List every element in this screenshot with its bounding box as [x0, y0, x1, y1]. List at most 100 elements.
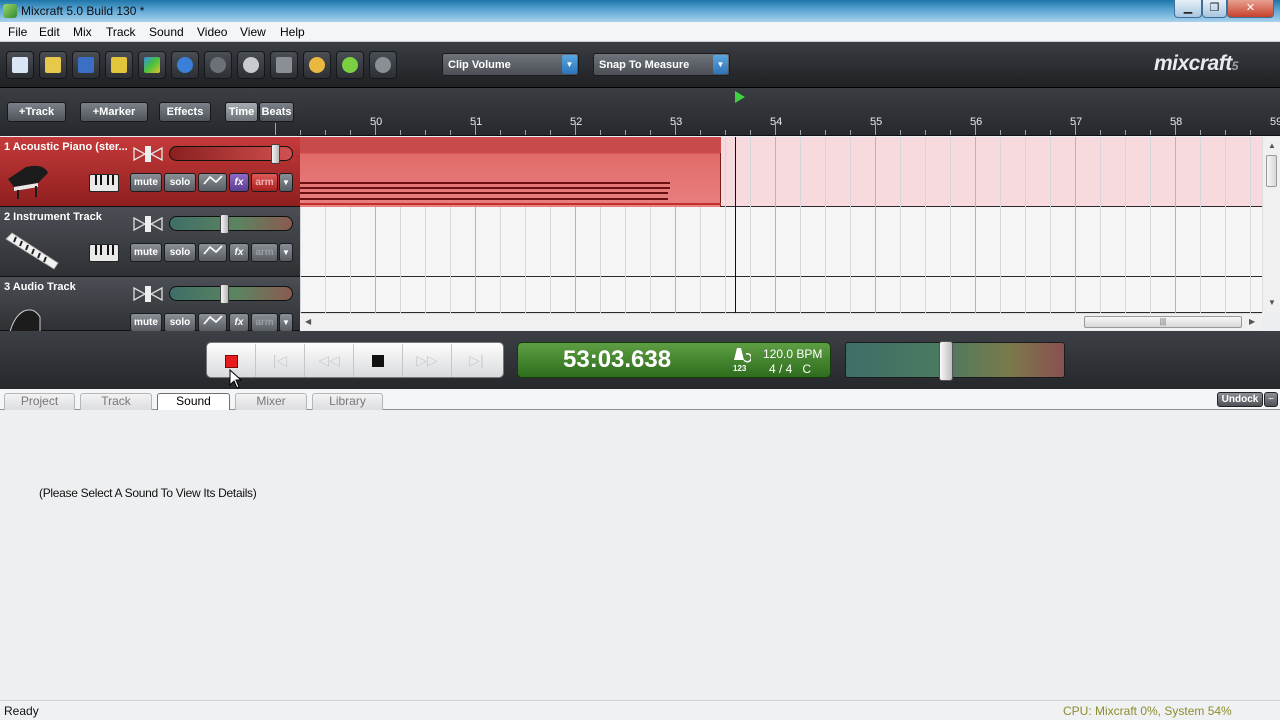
- fx-button[interactable]: fx: [229, 243, 249, 262]
- solo-button[interactable]: solo: [164, 313, 196, 332]
- menu-help[interactable]: Help: [280, 25, 305, 39]
- tab-project[interactable]: Project: [4, 393, 75, 410]
- mute-button[interactable]: mute: [130, 173, 162, 192]
- track-menu-button[interactable]: ▼: [279, 173, 293, 192]
- track-menu-button[interactable]: ▼: [279, 243, 293, 262]
- fast-forward-button[interactable]: ▷▷: [403, 344, 452, 377]
- close-button[interactable]: ✕: [1227, 0, 1274, 18]
- track-lane-2[interactable]: [300, 207, 1262, 277]
- menu-video[interactable]: Video: [197, 25, 227, 39]
- time-button[interactable]: Time: [225, 102, 258, 122]
- mute-button[interactable]: mute: [130, 313, 162, 332]
- chevron-down-icon: ▼: [562, 55, 577, 74]
- new-project-button[interactable]: [6, 51, 34, 79]
- automation-button[interactable]: [198, 243, 227, 262]
- add-sound-button[interactable]: [105, 51, 133, 79]
- menu-view[interactable]: View: [240, 25, 266, 39]
- pan-control[interactable]: [132, 286, 164, 302]
- go-to-end-button[interactable]: ▷|: [452, 344, 501, 377]
- snap-dropdown[interactable]: Snap To Measure ▼: [593, 53, 730, 76]
- track-header-3[interactable]: 3 Audio Track mute solo fx arm ▼: [0, 277, 300, 341]
- playhead-marker[interactable]: [735, 91, 745, 103]
- tab-track[interactable]: Track: [80, 393, 152, 410]
- pan-control[interactable]: [132, 146, 164, 162]
- fx-button[interactable]: fx: [229, 313, 249, 332]
- mute-button[interactable]: mute: [130, 243, 162, 262]
- track-name[interactable]: 2 Instrument Track: [4, 211, 102, 223]
- record-tool-button[interactable]: [237, 51, 265, 79]
- scroll-down-icon[interactable]: ▼: [1268, 298, 1276, 307]
- track-name[interactable]: 1 Acoustic Piano (ster...: [4, 141, 128, 153]
- time-signature[interactable]: 4 / 4 C: [769, 362, 811, 376]
- add-marker-button[interactable]: +Marker: [80, 102, 148, 122]
- open-project-button[interactable]: [39, 51, 67, 79]
- menu-mix[interactable]: Mix: [73, 25, 92, 39]
- volume-thumb[interactable]: [220, 214, 229, 234]
- volume-slider[interactable]: [169, 144, 293, 164]
- grid-line: [1150, 137, 1151, 313]
- go-to-start-button[interactable]: |◁: [256, 344, 305, 377]
- track-name[interactable]: 3 Audio Track: [4, 281, 76, 293]
- scroll-left-icon[interactable]: ◀: [305, 317, 311, 326]
- maximize-button[interactable]: ❐: [1202, 0, 1227, 18]
- scroll-up-icon[interactable]: ▲: [1268, 141, 1276, 150]
- undo-button[interactable]: [171, 51, 199, 79]
- redo-button[interactable]: [204, 51, 232, 79]
- rewind-button[interactable]: ◁◁: [305, 344, 354, 377]
- tab-sound[interactable]: Sound: [157, 393, 230, 411]
- track-header-2[interactable]: 2 Instrument Track mute solo fx arm ▼: [0, 207, 300, 277]
- minimize-button[interactable]: ▁: [1174, 0, 1202, 18]
- arm-button[interactable]: arm: [251, 313, 278, 332]
- solo-button[interactable]: solo: [164, 173, 196, 192]
- beats-button[interactable]: Beats: [259, 102, 294, 122]
- tempo-display[interactable]: 120.0 BPM: [763, 347, 822, 361]
- stop-button[interactable]: [354, 344, 403, 377]
- track-lane-3[interactable]: [300, 277, 1262, 313]
- vertical-scrollbar[interactable]: ▲ ▼: [1262, 137, 1280, 313]
- effects-button[interactable]: Effects: [159, 102, 211, 122]
- volume-slider[interactable]: [169, 284, 293, 304]
- volume-slider[interactable]: [169, 214, 293, 234]
- automation-button[interactable]: [198, 313, 227, 332]
- tab-mixer[interactable]: Mixer: [235, 393, 307, 410]
- collapse-panel-button[interactable]: −: [1264, 392, 1278, 407]
- snap-tool-button[interactable]: [270, 51, 298, 79]
- add-track-button[interactable]: +Track: [7, 102, 66, 122]
- timeline-ruler[interactable]: 50 51 52 53 54 55 56 57 58 59: [275, 88, 1280, 136]
- piano-keyboard-button[interactable]: [89, 174, 119, 192]
- save-button[interactable]: [72, 51, 100, 79]
- time-display[interactable]: 53:03.638 123 120.0 BPM 4 / 4 C: [517, 342, 831, 378]
- track-menu-button[interactable]: ▼: [279, 313, 293, 332]
- settings-button[interactable]: [369, 51, 397, 79]
- solo-button[interactable]: solo: [164, 243, 196, 262]
- clip-header[interactable]: [300, 137, 721, 153]
- library-button[interactable]: [138, 51, 166, 79]
- pan-control[interactable]: [132, 216, 164, 232]
- clip-volume-dropdown[interactable]: Clip Volume ▼: [442, 53, 579, 76]
- horizontal-scroll-thumb[interactable]: |||: [1084, 316, 1242, 328]
- undock-button[interactable]: Undock: [1217, 392, 1263, 407]
- volume-thumb[interactable]: [271, 144, 280, 164]
- piano-keyboard-button[interactable]: [89, 244, 119, 262]
- arm-button[interactable]: arm: [251, 173, 278, 192]
- track-header-1[interactable]: 1 Acoustic Piano (ster... mute solo fx a…: [0, 137, 300, 207]
- menu-track[interactable]: Track: [106, 25, 136, 39]
- menu-file[interactable]: File: [8, 25, 27, 39]
- fx-button[interactable]: fx: [229, 173, 249, 192]
- arm-button[interactable]: arm: [251, 243, 278, 262]
- vertical-scroll-thumb[interactable]: [1266, 155, 1277, 187]
- metronome-icon[interactable]: 123: [731, 346, 753, 376]
- zoom-out-button[interactable]: [303, 51, 331, 79]
- midi-clip[interactable]: [300, 137, 721, 207]
- horizontal-scrollbar[interactable]: ◀ ||| ▶: [300, 313, 1262, 330]
- menu-sound[interactable]: Sound: [149, 25, 184, 39]
- automation-button[interactable]: [198, 173, 227, 192]
- volume-thumb[interactable]: [220, 284, 229, 304]
- timeline-area[interactable]: [300, 137, 1262, 313]
- scroll-right-icon[interactable]: ▶: [1249, 317, 1255, 326]
- master-volume-thumb[interactable]: [939, 341, 953, 381]
- tab-library[interactable]: Library: [312, 393, 383, 410]
- zoom-in-button[interactable]: [336, 51, 364, 79]
- menu-edit[interactable]: Edit: [39, 25, 60, 39]
- master-volume-slider[interactable]: [845, 341, 1065, 381]
